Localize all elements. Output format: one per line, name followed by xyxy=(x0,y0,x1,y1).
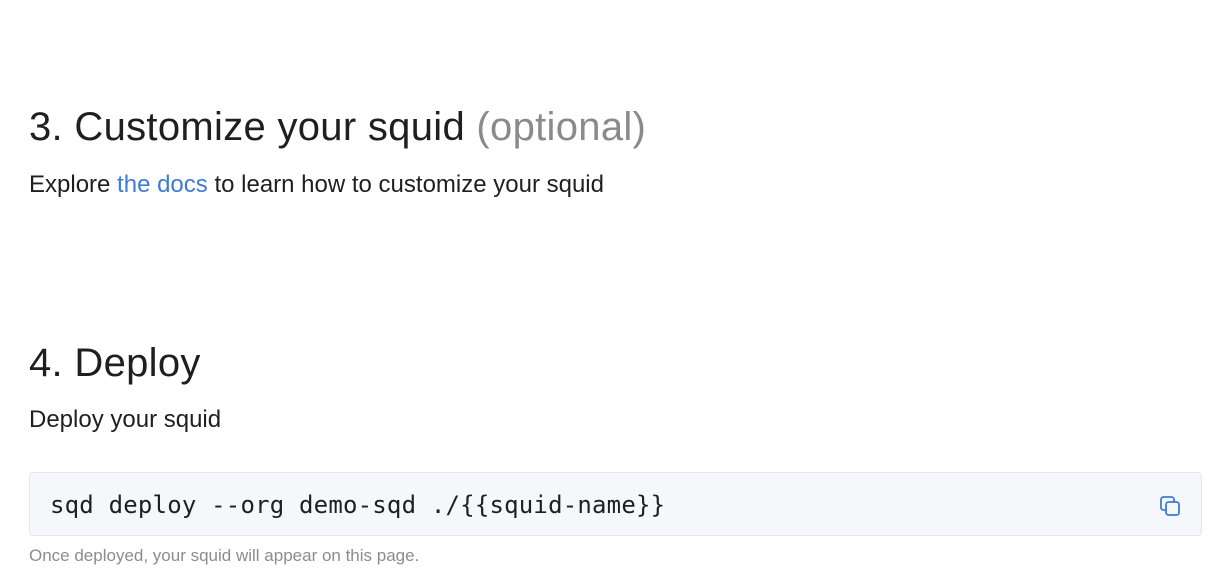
docs-link[interactable]: the docs xyxy=(117,171,208,198)
customize-heading: 3. Customize your squid (optional) xyxy=(29,100,1204,154)
copy-icon xyxy=(1158,494,1182,518)
deploy-heading: 4. Deploy xyxy=(29,336,1204,390)
copy-button[interactable] xyxy=(1157,493,1183,519)
deploy-title: Deploy xyxy=(74,341,201,385)
customize-desc-suffix: to learn how to customize your squid xyxy=(214,171,604,198)
optional-label: (optional) xyxy=(476,105,647,149)
customize-step-number: 3. xyxy=(29,105,63,149)
deploy-command: sqd deploy --org demo-sqd ./{{squid-name… xyxy=(50,491,666,519)
customize-title: Customize your squid xyxy=(74,105,465,149)
deploy-hint: Once deployed, your squid will appear on… xyxy=(29,546,420,565)
deploy-step-number: 4. xyxy=(29,341,63,385)
customize-description: Explore the docs to learn how to customi… xyxy=(29,169,1204,201)
deploy-section: 4. Deploy Deploy your squid xyxy=(29,336,1204,436)
deploy-description: Deploy your squid xyxy=(29,406,222,433)
customize-section: 3. Customize your squid (optional) Explo… xyxy=(29,100,1204,201)
deploy-command-block: sqd deploy --org demo-sqd ./{{squid-name… xyxy=(29,472,1202,536)
customize-desc-prefix: Explore xyxy=(29,171,111,198)
